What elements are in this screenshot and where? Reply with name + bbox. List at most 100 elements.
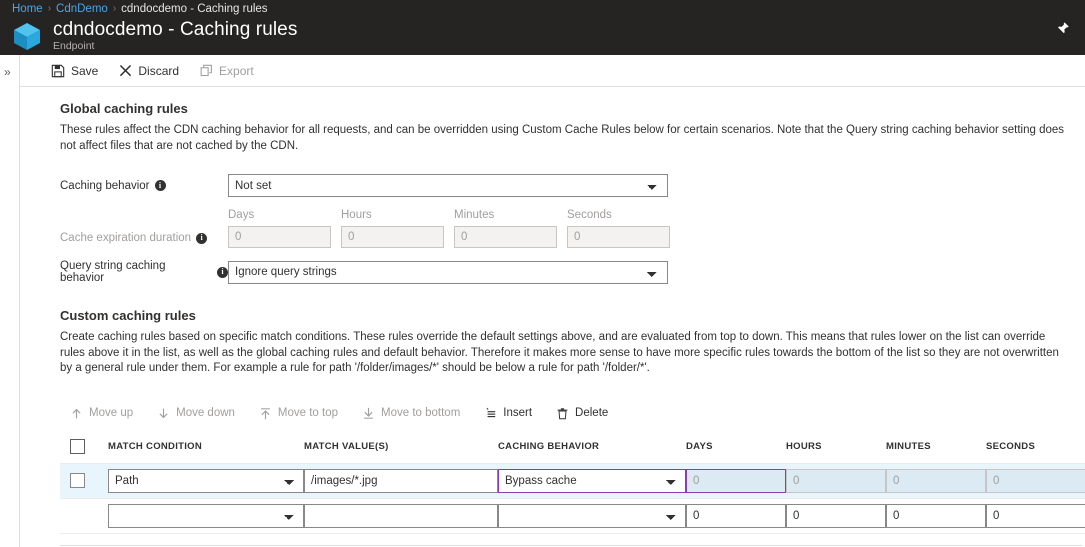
days-cell — [686, 463, 786, 499]
table-row[interactable] — [60, 498, 1085, 534]
row-hours-input — [786, 468, 886, 493]
cross-icon — [119, 64, 132, 77]
trash-icon — [556, 407, 569, 420]
cache-expiration-label: Cache expiration duration — [60, 232, 192, 244]
match-value-cell — [304, 498, 498, 534]
insert-button[interactable]: Insert — [474, 403, 542, 424]
table-header-row: MATCH CONDITION MATCH VALUE(S) CACHING B… — [60, 429, 1085, 464]
column-header-match-condition: MATCH CONDITION — [108, 429, 304, 464]
minutes-cell — [886, 463, 986, 499]
cache-expiration-row: Cache expiration duration i Days Hours — [60, 209, 1065, 248]
discard-button[interactable]: Discard — [110, 61, 188, 81]
save-button-label: Save — [71, 63, 99, 78]
cache-expiration-fields: Days Hours Minutes Seconds — [228, 209, 670, 248]
content-area: Save Discard Export Global caching rules… — [20, 55, 1085, 547]
row-days-input[interactable] — [686, 503, 786, 528]
page-title: cdndocdemo - Caching rules — [53, 19, 298, 40]
breadcrumb-separator: › — [47, 3, 52, 14]
info-icon[interactable]: i — [217, 266, 228, 278]
cache-expiration-days-input — [228, 226, 331, 248]
match-condition-cell: Path — [108, 463, 304, 499]
column-header-seconds: SECONDS — [986, 429, 1085, 464]
rules-toolbar: Move up Move down Move to top Move to bo… — [60, 403, 1065, 424]
move-to-top-label: Move to top — [277, 407, 339, 419]
column-header-days: DAYS — [686, 429, 786, 464]
row-checkbox[interactable] — [70, 473, 85, 488]
command-bar: Save Discard Export — [20, 55, 1085, 87]
column-header-hours: HOURS — [786, 429, 886, 464]
column-header-match-values: MATCH VALUE(S) — [304, 429, 498, 464]
discard-button-label: Discard — [138, 63, 180, 78]
move-up-label: Move up — [89, 407, 134, 419]
breadcrumb-separator: › — [112, 3, 117, 14]
insert-rows-icon — [484, 407, 497, 420]
table-bottom-divider — [60, 544, 1082, 546]
minutes-caption: Minutes — [454, 209, 495, 221]
delete-label: Delete — [575, 407, 609, 419]
row-hours-input[interactable] — [786, 503, 886, 528]
match-condition-select[interactable]: Path — [108, 468, 304, 493]
match-value-cell — [304, 463, 498, 499]
page-body: » Save Discard Export Global caching rul… — [0, 55, 1085, 547]
arrow-down-to-line-icon — [362, 407, 375, 420]
settings-panel: Global caching rules These rules affect … — [20, 87, 1085, 547]
arrow-up-to-line-icon — [259, 407, 272, 420]
query-string-label-group: Query string caching behavior i — [60, 260, 228, 284]
row-select-cell — [60, 498, 108, 534]
hours-caption: Hours — [341, 209, 372, 221]
move-to-bottom-label: Move to bottom — [381, 407, 461, 419]
delete-button[interactable]: Delete — [546, 403, 618, 424]
table-row[interactable]: Path Bypass cache — [60, 463, 1085, 499]
row-caching-behavior-select[interactable] — [498, 503, 686, 528]
days-cell — [686, 498, 786, 534]
row-seconds-input[interactable] — [986, 503, 1085, 528]
seconds-caption: Seconds — [567, 209, 612, 221]
caching-behavior-label: Caching behavior — [60, 179, 150, 192]
caching-behavior-cell: Bypass cache — [498, 463, 686, 499]
info-icon[interactable]: i — [154, 180, 166, 191]
custom-section-description: Create caching rules based on specific m… — [60, 331, 1059, 374]
days-caption: Days — [228, 209, 255, 221]
row-caching-behavior-select[interactable]: Bypass cache — [498, 468, 686, 493]
match-value-input[interactable] — [304, 468, 498, 493]
match-value-input[interactable] — [304, 503, 498, 528]
custom-section-heading: Custom caching rules — [60, 308, 196, 323]
cache-expiration-seconds-input — [567, 226, 670, 248]
match-condition-select[interactable] — [108, 503, 304, 528]
top-chrome: Home › CdnDemo › cdndocdemo - Caching ru… — [0, 0, 1085, 55]
export-copy-icon — [200, 64, 213, 77]
query-string-row: Query string caching behavior i Ignore q… — [60, 260, 1065, 284]
cache-expiration-hours-input — [341, 226, 444, 248]
row-minutes-input — [886, 468, 986, 493]
select-all-checkbox[interactable] — [70, 438, 85, 454]
row-select-cell — [60, 463, 108, 499]
hours-cell — [786, 498, 886, 534]
caching-behavior-label-group: Caching behavior i — [60, 180, 228, 192]
breadcrumb: Home › CdnDemo › cdndocdemo - Caching ru… — [0, 0, 1085, 17]
breadcrumb-item-cdndemo[interactable]: CdnDemo — [56, 3, 108, 15]
left-rail: » — [0, 55, 20, 547]
breadcrumb-item-current: cdndocdemo - Caching rules — [121, 2, 268, 15]
save-disk-icon — [51, 64, 65, 78]
arrow-down-icon — [157, 407, 170, 420]
query-string-select[interactable]: Ignore query strings — [228, 260, 668, 284]
global-form: Caching behavior i Not set Cache expirat… — [60, 174, 1065, 284]
move-to-top-button: Move to top — [249, 403, 348, 424]
global-section-heading: Global caching rules — [60, 101, 188, 116]
cache-expiration-minutes-cell: Minutes — [454, 209, 557, 248]
save-button[interactable]: Save — [42, 61, 107, 81]
row-seconds-input — [986, 468, 1085, 493]
page-header: cdndocdemo - Caching rules Endpoint — [0, 17, 1085, 53]
column-header-caching-behavior: CACHING BEHAVIOR — [498, 429, 686, 464]
caching-behavior-select[interactable]: Not set — [228, 174, 668, 197]
move-down-label: Move down — [176, 407, 235, 419]
move-down-button: Move down — [147, 403, 245, 424]
breadcrumb-item-home[interactable]: Home — [12, 3, 43, 15]
pushpin-icon[interactable] — [1051, 17, 1073, 39]
sidebar-expand-button[interactable]: » — [4, 65, 11, 79]
row-minutes-input[interactable] — [886, 503, 986, 528]
info-icon[interactable]: i — [196, 232, 208, 244]
column-header-minutes: MINUTES — [886, 429, 986, 464]
cache-expiration-days-cell: Days — [228, 209, 331, 248]
match-condition-cell — [108, 498, 304, 534]
